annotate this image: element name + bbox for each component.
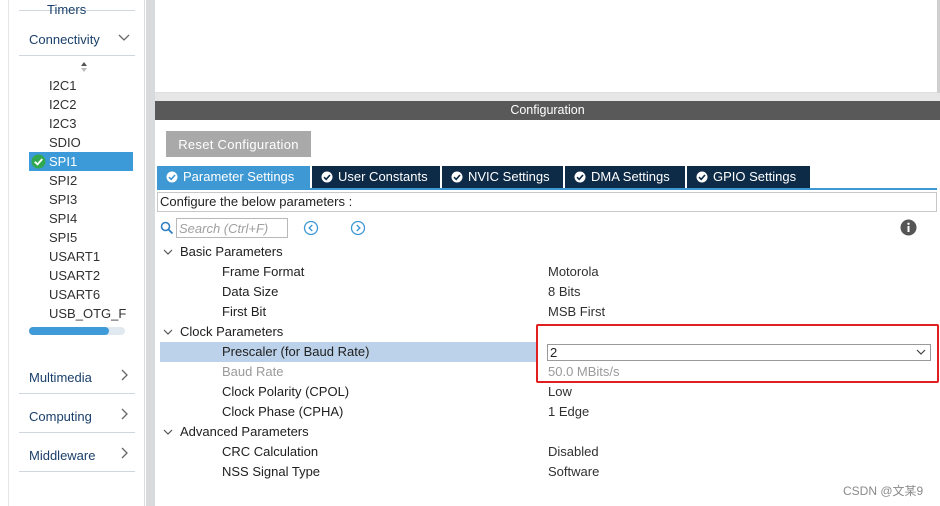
tab-label: DMA Settings bbox=[591, 169, 670, 184]
tab-label: NVIC Settings bbox=[468, 169, 550, 184]
chevron-down-icon bbox=[163, 329, 173, 335]
param-label: Prescaler (for Baud Rate) bbox=[222, 344, 370, 359]
tab-user-constants[interactable]: User Constants bbox=[312, 166, 440, 188]
param-row-data-size[interactable]: Data Size 8 Bits bbox=[160, 282, 937, 302]
param-value[interactable]: 1 Edge bbox=[548, 402, 589, 422]
param-label: CRC Calculation bbox=[222, 444, 319, 459]
info-icon[interactable] bbox=[900, 219, 917, 236]
chevron-down-icon bbox=[163, 249, 173, 255]
peripheral-item-sdio[interactable]: SDIO bbox=[29, 133, 133, 152]
scrollbar-thumb[interactable] bbox=[29, 327, 109, 335]
chevron-down-icon bbox=[163, 429, 173, 435]
param-label: Clock Phase (CPHA) bbox=[222, 404, 344, 419]
left-sidebar: Timers Connectivity I2C1 I2C2 I2C3 SDIO … bbox=[8, 0, 145, 506]
param-value[interactable]: Low bbox=[548, 382, 572, 402]
category-connectivity[interactable]: Connectivity bbox=[9, 28, 135, 56]
category-label: Connectivity bbox=[29, 32, 100, 47]
peripheral-item-spi5[interactable]: SPI5 bbox=[29, 228, 133, 247]
category-divider bbox=[19, 432, 135, 433]
tab-gpio-settings[interactable]: GPIO Settings bbox=[687, 166, 810, 188]
category-divider bbox=[19, 471, 135, 472]
peripheral-item-spi2[interactable]: SPI2 bbox=[29, 171, 133, 190]
param-value[interactable]: Disabled bbox=[548, 442, 599, 462]
category-computing[interactable]: Computing bbox=[9, 405, 135, 433]
peripheral-item-i2c2[interactable]: I2C2 bbox=[29, 95, 133, 114]
param-label: First Bit bbox=[222, 304, 267, 319]
param-value[interactable]: Software bbox=[548, 462, 599, 482]
check-circle-icon bbox=[31, 154, 46, 169]
param-row-nss-signal-type[interactable]: NSS Signal Type Software bbox=[160, 462, 937, 482]
param-label: Baud Rate bbox=[222, 364, 284, 379]
param-label: Frame Format bbox=[222, 264, 305, 279]
next-result-icon[interactable] bbox=[350, 220, 366, 236]
peripheral-item-usart6[interactable]: USART6 bbox=[29, 285, 133, 304]
category-divider: Timers bbox=[19, 2, 135, 17]
category-divider bbox=[19, 55, 135, 56]
peripheral-list: I2C1 I2C2 I2C3 SDIO SPI1 SPI2 SPI3 SPI4 … bbox=[29, 76, 133, 323]
sort-icon[interactable] bbox=[80, 61, 88, 73]
group-label: Basic Parameters bbox=[180, 244, 283, 259]
param-row-cpha[interactable]: Clock Phase (CPHA) 1 Edge bbox=[160, 402, 937, 422]
chevron-right-icon bbox=[121, 408, 128, 420]
tab-underline bbox=[157, 188, 937, 190]
description-text: Configure the below parameters : bbox=[157, 192, 937, 212]
peripheral-label: SPI1 bbox=[49, 154, 78, 169]
tab-nvic-settings[interactable]: NVIC Settings bbox=[442, 166, 563, 188]
check-circle-icon bbox=[574, 171, 586, 183]
peripheral-item-usart1[interactable]: USART1 bbox=[29, 247, 133, 266]
param-label: NSS Signal Type bbox=[222, 464, 321, 479]
reset-configuration-button[interactable]: Reset Configuration bbox=[166, 131, 311, 157]
param-row-cpol[interactable]: Clock Polarity (CPOL) Low bbox=[160, 382, 937, 402]
param-label: Clock Polarity (CPOL) bbox=[222, 384, 350, 399]
tab-label: GPIO Settings bbox=[713, 169, 797, 184]
tab-parameter-settings[interactable]: Parameter Settings bbox=[157, 166, 310, 188]
category-label: Computing bbox=[29, 409, 92, 424]
chevron-down-icon bbox=[118, 34, 130, 41]
param-row-first-bit[interactable]: First Bit MSB First bbox=[160, 302, 937, 322]
watermark-text: CSDN @文某9 bbox=[843, 484, 924, 498]
category-multimedia[interactable]: Multimedia bbox=[9, 366, 135, 394]
tab-label: User Constants bbox=[338, 169, 428, 184]
check-circle-icon bbox=[166, 171, 178, 183]
group-advanced-parameters[interactable]: Advanced Parameters bbox=[160, 422, 937, 442]
param-row-crc-calculation[interactable]: CRC Calculation Disabled bbox=[160, 442, 937, 462]
tab-label: Parameter Settings bbox=[183, 169, 295, 184]
panel-splitter[interactable] bbox=[146, 0, 155, 506]
param-row-frame-format[interactable]: Frame Format Motorola bbox=[160, 262, 937, 282]
group-basic-parameters[interactable]: Basic Parameters bbox=[160, 242, 937, 262]
category-label: Middleware bbox=[29, 448, 96, 463]
annotation-highlight-box bbox=[536, 324, 939, 383]
group-label: Advanced Parameters bbox=[180, 424, 309, 439]
peripheral-item-spi1[interactable]: SPI1 bbox=[29, 152, 133, 171]
previous-result-icon[interactable] bbox=[303, 220, 319, 236]
horizontal-scrollbar[interactable] bbox=[29, 327, 125, 335]
group-label: Clock Parameters bbox=[180, 324, 284, 339]
chevron-right-icon bbox=[121, 369, 128, 381]
category-label: Multimedia bbox=[29, 370, 92, 385]
peripheral-item-usb-otg[interactable]: USB_OTG_F bbox=[29, 304, 133, 323]
peripheral-item-spi4[interactable]: SPI4 bbox=[29, 209, 133, 228]
check-circle-icon bbox=[451, 171, 463, 183]
category-divider bbox=[19, 393, 135, 394]
peripheral-item-spi3[interactable]: SPI3 bbox=[29, 190, 133, 209]
category-timers[interactable]: Timers bbox=[47, 2, 86, 17]
panel-divider[interactable] bbox=[155, 93, 940, 101]
category-middleware[interactable]: Middleware bbox=[9, 444, 135, 472]
peripheral-item-usart2[interactable]: USART2 bbox=[29, 266, 133, 285]
configuration-header: Configuration bbox=[155, 101, 940, 120]
param-value[interactable]: MSB First bbox=[548, 302, 605, 322]
peripheral-item-i2c1[interactable]: I2C1 bbox=[29, 76, 133, 95]
tab-dma-settings[interactable]: DMA Settings bbox=[565, 166, 685, 188]
mode-panel bbox=[155, 0, 940, 93]
search-icon bbox=[160, 221, 174, 235]
check-circle-icon bbox=[696, 171, 708, 183]
param-value[interactable]: 8 Bits bbox=[548, 282, 581, 302]
chevron-right-icon bbox=[121, 447, 128, 459]
search-input[interactable] bbox=[176, 218, 288, 238]
peripheral-item-i2c3[interactable]: I2C3 bbox=[29, 114, 133, 133]
param-value[interactable]: Motorola bbox=[548, 262, 599, 282]
check-circle-icon bbox=[321, 171, 333, 183]
param-label: Data Size bbox=[222, 284, 279, 299]
